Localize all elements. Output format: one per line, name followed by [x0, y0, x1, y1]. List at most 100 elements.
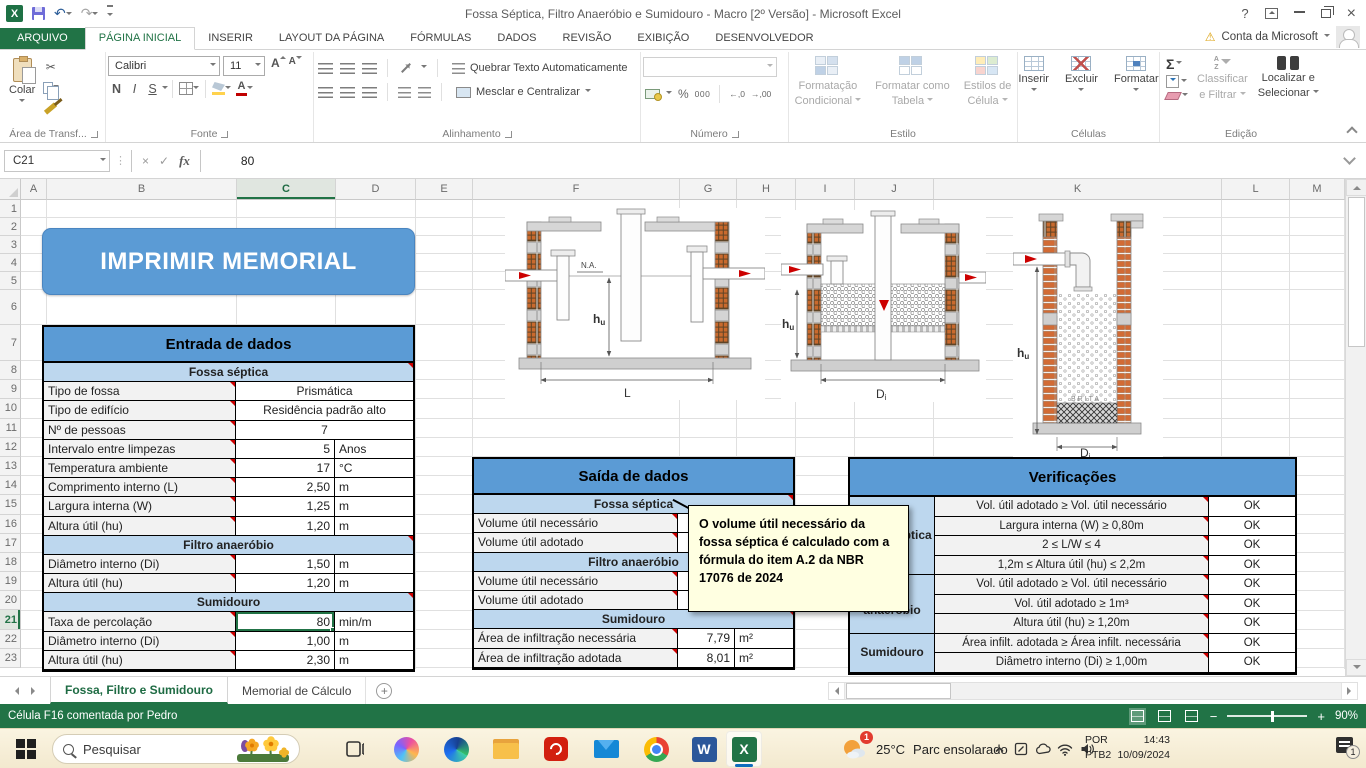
cell-label[interactable]: Altura útil (hu) — [44, 516, 236, 536]
cell-label[interactable]: Intervalo entre limpezas — [44, 439, 236, 459]
vertical-scroll-thumb[interactable] — [1348, 197, 1365, 347]
cell-label[interactable]: Área de infiltração adotada — [474, 648, 678, 668]
verification-result[interactable]: OK — [1209, 516, 1295, 536]
enter-button[interactable]: ✓ — [159, 154, 169, 168]
verification-criteria[interactable]: Diâmetro interno (Di) ≥ 1,00m — [935, 653, 1209, 673]
account-area[interactable]: ⚠ Conta da Microsoft — [1205, 26, 1360, 48]
cancel-button[interactable]: × — [142, 154, 149, 168]
redo-button[interactable]: ↷ — [81, 6, 99, 21]
page-break-view-button[interactable] — [1183, 708, 1200, 725]
sheet-tab-fossa-filtro-sumidouro[interactable]: Fossa, Filtro e Sumidouro — [50, 677, 229, 704]
cell-unit[interactable]: m² — [735, 648, 793, 668]
column-header-I[interactable]: I — [796, 179, 855, 200]
insert-function-button[interactable]: fx — [179, 153, 190, 169]
cell-label[interactable]: Área de infiltração necessária — [474, 629, 678, 649]
new-sheet-button[interactable]: + — [376, 682, 393, 699]
row-header-22[interactable]: 22 — [0, 629, 21, 649]
horizontal-scroll-thumb[interactable] — [846, 683, 951, 699]
cell-label[interactable]: Diâmetro interno (Di) — [44, 554, 236, 575]
cell-unit[interactable]: m — [335, 478, 413, 498]
alignment-dialog-launcher[interactable] — [504, 130, 512, 138]
close-button[interactable]: × — [1347, 5, 1356, 22]
find-select-button[interactable]: Localizar e Selecionar — [1253, 53, 1324, 103]
clock[interactable]: 14:43 10/09/2024 — [1108, 733, 1170, 763]
increase-indent-icon[interactable] — [418, 86, 431, 98]
minimize-button[interactable] — [1293, 10, 1305, 13]
verification-result[interactable]: OK — [1209, 575, 1295, 595]
cell-label[interactable]: Diâmetro interno (Di) — [44, 631, 236, 651]
mail-button[interactable] — [588, 731, 624, 767]
format-painter-button[interactable] — [40, 99, 61, 118]
pen-icon[interactable] — [1010, 731, 1032, 767]
row-header-11[interactable]: 11 — [0, 418, 21, 438]
restore-button[interactable] — [1320, 6, 1334, 18]
cell-unit[interactable]: m — [335, 650, 413, 670]
cell-value[interactable]: 17 — [236, 458, 335, 479]
column-header-A[interactable]: A — [21, 179, 47, 200]
cell-value[interactable]: 5 — [236, 439, 335, 459]
format-as-table-button[interactable]: Formatar como Tabela — [870, 53, 955, 111]
horizontal-scrollbar[interactable] — [828, 682, 1358, 700]
cell-unit[interactable]: Anos — [335, 439, 413, 459]
row-header-6[interactable]: 6 — [0, 290, 21, 325]
cut-button[interactable]: ✂ — [40, 57, 61, 76]
sheet-area[interactable]: IMPRIMIR MEMORIAL N.A. hu L hu Di BRITA … — [21, 200, 1345, 676]
autosum-button[interactable]: Σ — [1166, 57, 1188, 71]
accounting-format-icon[interactable] — [645, 89, 662, 101]
align-middle-icon[interactable] — [340, 62, 355, 74]
zoom-slider[interactable] — [1227, 709, 1308, 723]
column-header-H[interactable]: H — [737, 179, 796, 200]
cell-unit[interactable]: m — [335, 516, 413, 536]
cell-unit[interactable]: m — [335, 574, 413, 594]
font-name-combo[interactable]: Calibri — [108, 56, 220, 76]
row-header-23[interactable]: 23 — [0, 648, 21, 668]
row-header-13[interactable]: 13 — [0, 456, 21, 477]
cell-label[interactable]: Altura útil (hu) — [44, 574, 236, 594]
row-header-3[interactable]: 3 — [0, 236, 21, 254]
verification-result[interactable]: OK — [1209, 633, 1295, 653]
excel-button[interactable]: X — [726, 731, 762, 767]
align-center-icon[interactable] — [340, 86, 355, 98]
clear-button[interactable] — [1164, 92, 1188, 100]
cell-label[interactable]: Altura útil (hu) — [44, 650, 236, 670]
row-header-2[interactable]: 2 — [0, 218, 21, 236]
file-explorer-button[interactable] — [488, 731, 524, 767]
chrome-button[interactable] — [638, 731, 674, 767]
copilot-button[interactable] — [388, 731, 424, 767]
column-header-C[interactable]: C — [237, 179, 336, 200]
selected-cell-value[interactable]: 80 — [236, 612, 335, 632]
verification-criteria[interactable]: Vol. útil adotado ≥ Vol. útil necessário — [935, 497, 1209, 517]
cell-styles-button[interactable]: Estilos de Célula — [959, 53, 1017, 111]
cell-unit[interactable]: °C — [335, 458, 413, 479]
ribbon-tab-layout-da-p-gina[interactable]: LAYOUT DA PÁGINA — [266, 28, 397, 49]
row-header-8[interactable]: 8 — [0, 361, 21, 381]
decrease-indent-icon[interactable] — [398, 86, 411, 98]
align-top-icon[interactable] — [318, 62, 333, 74]
verification-criteria[interactable]: 1,2m ≤ Altura útil (hu) ≤ 2,2m — [935, 555, 1209, 575]
cell-value[interactable]: 1,20 — [236, 516, 335, 536]
delete-cells-button[interactable]: Excluir — [1060, 53, 1103, 97]
ribbon-tab-p-gina-inicial[interactable]: PÁGINA INICIAL — [84, 27, 196, 50]
ribbon-tab-inserir[interactable]: INSERIR — [195, 28, 266, 49]
row-header-15[interactable]: 15 — [0, 495, 21, 515]
weather-widget[interactable]: 1 25°C Parc ensolarado — [840, 730, 1008, 767]
avatar[interactable] — [1336, 26, 1360, 48]
column-header-B[interactable]: B — [47, 179, 237, 200]
cell-label[interactable]: Taxa de percolação — [44, 612, 236, 632]
column-header-J[interactable]: J — [855, 179, 934, 200]
insert-cells-button[interactable]: Inserir — [1013, 53, 1054, 97]
undo-button[interactable]: ↶ — [54, 6, 72, 21]
task-view-button[interactable] — [338, 731, 374, 767]
verification-result[interactable]: OK — [1209, 653, 1295, 673]
cell-unit[interactable]: min/m — [335, 612, 413, 632]
font-color-button[interactable]: A — [234, 79, 255, 98]
zoom-level[interactable]: 90% — [1335, 710, 1358, 722]
bold-button[interactable]: N — [108, 82, 125, 96]
cell-unit[interactable]: m² — [735, 629, 793, 649]
cell-unit[interactable]: m — [335, 631, 413, 651]
font-dialog-launcher[interactable] — [221, 130, 229, 138]
align-bottom-icon[interactable] — [362, 62, 377, 74]
sort-filter-button[interactable]: AZ Classificar e Filtrar — [1192, 53, 1253, 105]
cell-label[interactable]: Volume útil necessário — [474, 571, 678, 591]
format-cells-button[interactable]: Formatar — [1109, 53, 1164, 97]
